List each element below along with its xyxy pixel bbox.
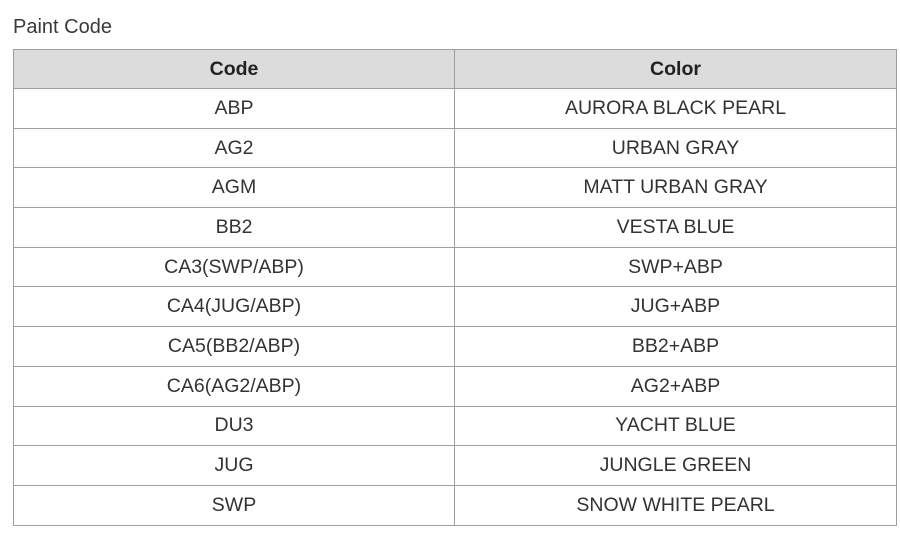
header-color: Color — [454, 49, 897, 89]
cell-code: SWP — [13, 484, 455, 526]
table-row: SWP SNOW WHITE PEARL — [13, 484, 897, 526]
cell-code: CA4(JUG/ABP) — [13, 286, 455, 328]
cell-color: SWP+ABP — [454, 246, 897, 288]
table-header: Code Color — [13, 49, 897, 89]
cell-code: CA6(AG2/ABP) — [13, 365, 455, 407]
table-row: AG2 URBAN GRAY — [13, 127, 897, 169]
cell-color: MATT URBAN GRAY — [454, 167, 897, 209]
table-row: DU3 YACHT BLUE — [13, 405, 897, 447]
table-caption: Paint Code — [13, 16, 112, 38]
paint-code-table: Code Color ABP AURORA BLACK PEARL AG2 UR… — [13, 49, 897, 526]
table-row: AGM MATT URBAN GRAY — [13, 167, 897, 209]
cell-color: JUG+ABP — [454, 286, 897, 328]
cell-color: AG2+ABP — [454, 365, 897, 407]
table-row: CA3(SWP/ABP) SWP+ABP — [13, 246, 897, 288]
cell-code: CA5(BB2/ABP) — [13, 326, 455, 367]
cell-code: CA3(SWP/ABP) — [13, 246, 455, 288]
cell-color: BB2+ABP — [454, 326, 897, 367]
cell-color: URBAN GRAY — [454, 127, 897, 169]
cell-color: YACHT BLUE — [454, 405, 897, 447]
header-code: Code — [13, 49, 455, 89]
cell-code: DU3 — [13, 405, 455, 447]
cell-code: JUG — [13, 445, 455, 486]
table-row: JUG JUNGLE GREEN — [13, 445, 897, 486]
cell-code: AG2 — [13, 127, 455, 169]
table-row: CA4(JUG/ABP) JUG+ABP — [13, 286, 897, 328]
cell-color: VESTA BLUE — [454, 207, 897, 248]
cell-color: SNOW WHITE PEARL — [454, 484, 897, 526]
cell-color: JUNGLE GREEN — [454, 445, 897, 486]
cell-code: BB2 — [13, 207, 455, 248]
table-row: BB2 VESTA BLUE — [13, 207, 897, 248]
table-row: ABP AURORA BLACK PEARL — [13, 88, 897, 129]
cell-code: ABP — [13, 88, 455, 129]
table-row: CA6(AG2/ABP) AG2+ABP — [13, 365, 897, 407]
cell-color: AURORA BLACK PEARL — [454, 88, 897, 129]
header-row: Code Color — [13, 49, 897, 89]
table-body: ABP AURORA BLACK PEARL AG2 URBAN GRAY AG… — [13, 88, 897, 526]
cell-code: AGM — [13, 167, 455, 209]
table-row: CA5(BB2/ABP) BB2+ABP — [13, 326, 897, 367]
